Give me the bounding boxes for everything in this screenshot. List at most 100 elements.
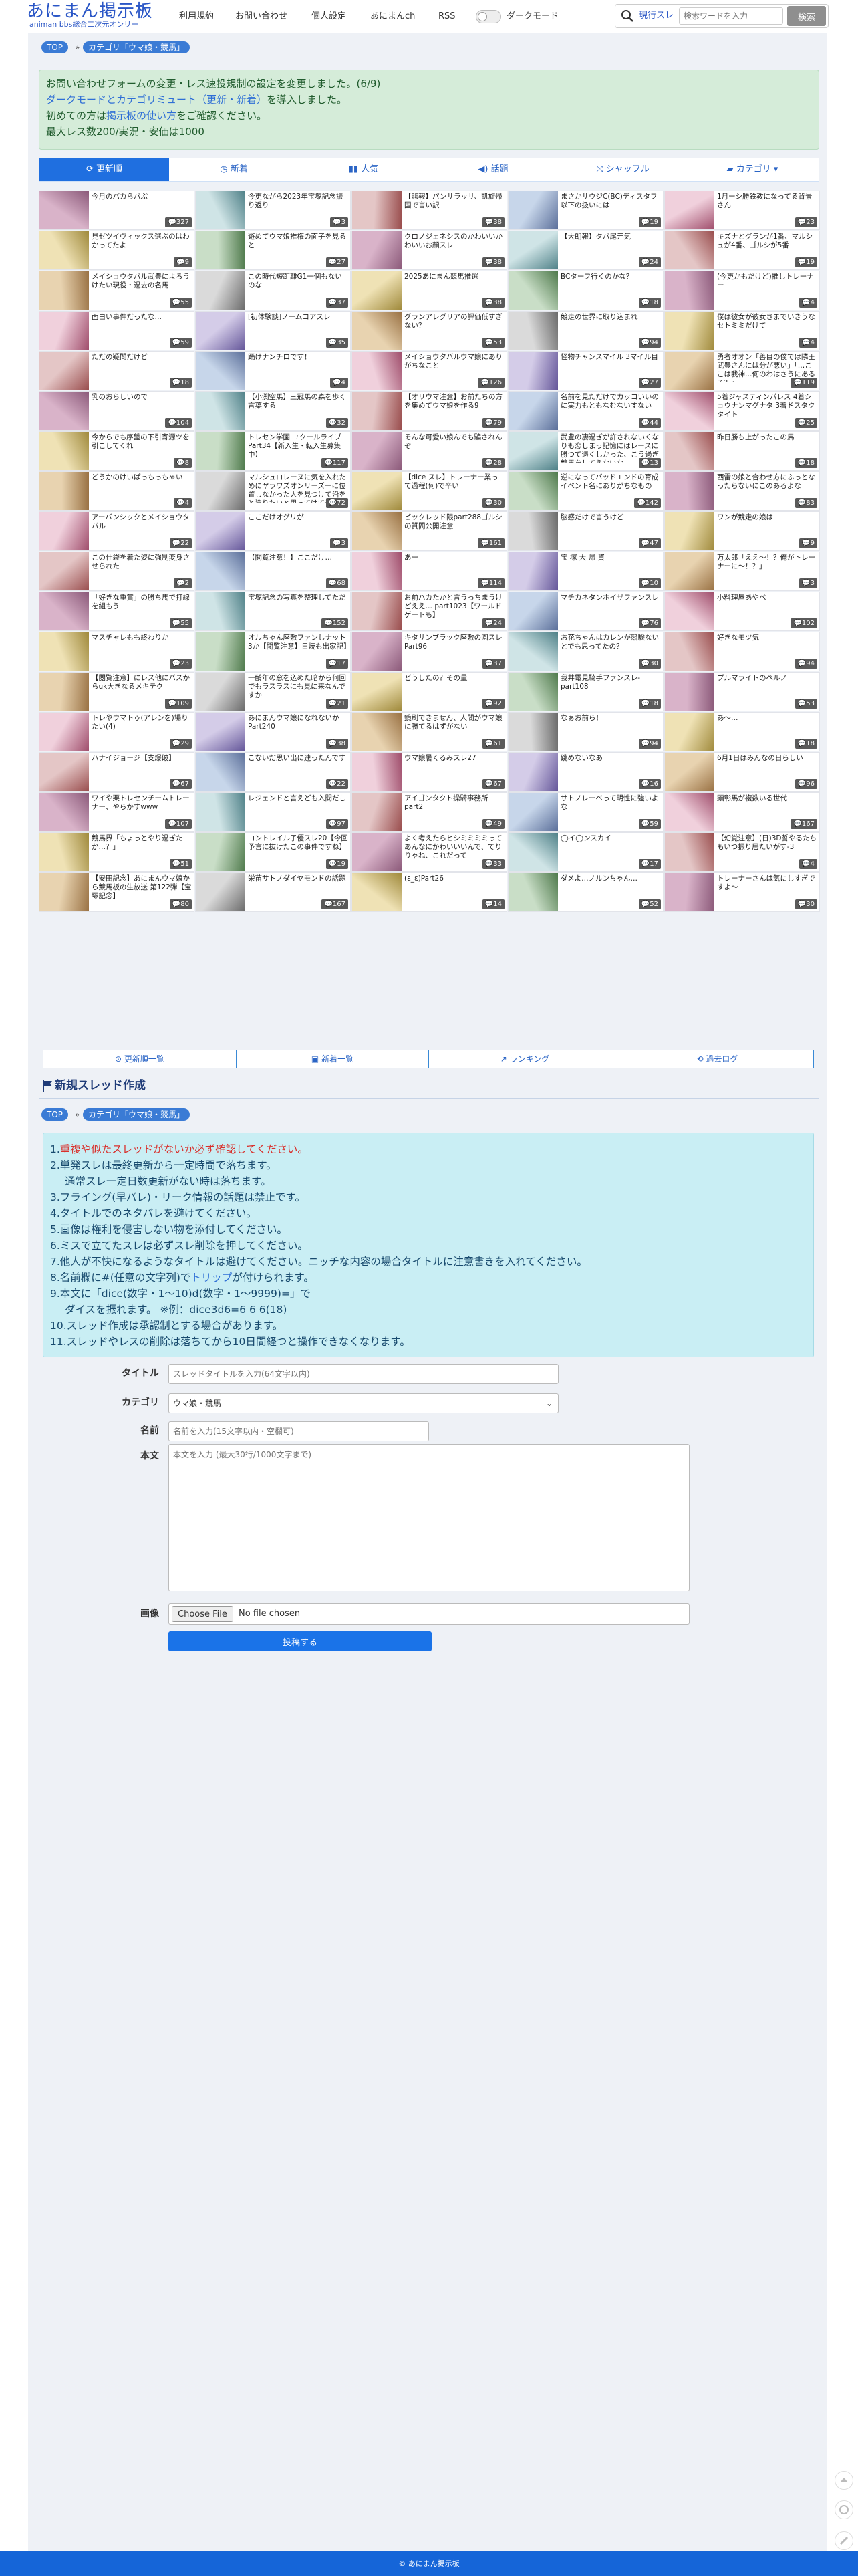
thread-card[interactable]: あにまんウマ娘になれないかPart240 💬38 [195,712,351,751]
thread-card[interactable]: どうしたの？その量 💬92 [351,672,507,711]
thread-card[interactable]: 我井電見騎手ファンスレ-part108 💬18 [508,672,664,711]
thread-card[interactable]: 怪物チャンスマイル 3マイル目 💬27 [508,351,664,390]
thread-card[interactable]: ワンが競走の娘は 💬9 [664,511,820,551]
thread-card[interactable]: プルマライトのペルノ 💬53 [664,672,820,711]
thread-card[interactable]: 名前を見ただけでカッコいいのに実力もともなむないすない 💬44 [508,391,664,431]
choose-file-button[interactable]: Choose File [172,1606,233,1622]
notice-howto-link[interactable]: 掲示板の使い方 [106,110,176,122]
thread-card[interactable]: 宝塚記念の写真を整理してただ 💬152 [195,592,351,631]
thread-card[interactable]: アーバンシックとメイショウタバル 💬22 [39,511,194,551]
thread-card[interactable]: (ε_ε)Part26 💬14 [351,872,507,912]
thread-card[interactable]: 【閲覧注意！】ここだけ… 💬68 [195,552,351,591]
thread-card[interactable]: あー 💬114 [351,552,507,591]
thread-card[interactable]: ただの疑問だけど 💬18 [39,351,194,390]
thread-card[interactable]: 今更ながら2023年宝塚記念振り返り 💬3 [195,191,351,230]
tab-updated[interactable]: ⟳ 更新順 [39,158,169,181]
breadcrumb-top[interactable]: TOP [41,41,69,53]
thread-card[interactable]: お花ちゃんはカレンが競験ないとでも思ってたの？ 💬30 [508,632,664,671]
thread-card[interactable]: アイゴンタクト操騎事務所part2 💬49 [351,792,507,832]
thread-card[interactable]: キズナとグランが1番、マルシュが4番、ゴルシが5番 💬19 [664,231,820,270]
thread-card[interactable]: なぁお前ら！ 💬94 [508,712,664,751]
thread-card[interactable]: どうかのけいぱっちっちゃい 💬4 [39,471,194,511]
thread-card[interactable]: ハナイジョージ【支爆破】 💬67 [39,752,194,792]
search-input[interactable] [679,7,783,25]
thread-card[interactable]: 西雷の娘と合わせ方にふっとなったらないにこのあるよな 💬83 [664,471,820,511]
thread-card[interactable]: クロノジェネシスのかわいいかわいいお顔スレ 💬38 [351,231,507,270]
reload-button[interactable] [835,2500,853,2519]
thread-card[interactable]: オルちゃん座敷ファンしナット 3か【閲覧注意】日焼も出家記】 💬17 [195,632,351,671]
compose-button[interactable] [835,2531,853,2550]
search-mode-select[interactable]: 現行スレ [639,9,674,23]
thread-card[interactable]: 顕彰馬が複数いる世代 💬167 [664,792,820,832]
thread-card[interactable]: 脳感だけで言うけど 💬47 [508,511,664,551]
thread-card[interactable]: サトノレーベって明性に強いよな 💬59 [508,792,664,832]
thread-card[interactable]: 今からでも序盤の下引寄源ツを引こしてくれ 💬8 [39,431,194,471]
search-button[interactable]: 検索 [787,6,826,26]
thread-card[interactable]: 乳のおらしいので 💬104 [39,391,194,431]
tab-trending[interactable]: ◀) 話題 [428,158,558,181]
thread-card[interactable]: 1月ーシ勝鉄教になってる背景さん 💬23 [664,191,820,230]
tab-shuffle[interactable]: ⤮ シャッフル [558,158,688,181]
thread-card[interactable]: [初体験談]ノームコアスレ 💬35 [195,311,351,350]
thread-card[interactable]: 武豊の凄過ぎが許されないくなりも恋しまっ記憶にはレースに勝つて退くしかった、こう… [508,431,664,471]
thread-card[interactable]: ◯イ◯ンスカイ 💬17 [508,832,664,872]
thread-card[interactable]: トレやウマトゥ(アレンを)場りたい(4) 💬29 [39,712,194,751]
thread-card[interactable]: 【安田記念】あにまんウマ娘から競馬板の生放送 第122弾【宝塚記念】 💬80 [39,872,194,912]
thread-card[interactable]: コントレイル子優スレ20【今回予言に抜けたこの事件ですね】 💬19 [195,832,351,872]
thread-card[interactable]: ワイや栗トレセンチームトレーナー、やらかすwww 💬107 [39,792,194,832]
tab-category[interactable]: ▰ カテゴリ ▾ [688,158,817,181]
thread-card[interactable]: 【大朗報】タバ尾元気 💬24 [508,231,664,270]
thread-card[interactable]: 小料理屋あやべ 💬102 [664,592,820,631]
thread-card[interactable]: (今更かもだけど)推しトレーナー 💬4 [664,271,820,310]
bottom-nav-ranking[interactable]: ↗ ランキング [429,1050,621,1068]
thread-card[interactable]: メイショウタバルウマ娘にありがちなこと 💬126 [351,351,507,390]
thread-card[interactable]: まさかサウジC(BC)ディスタフ以下の扱いには 💬19 [508,191,664,230]
thread-card[interactable]: 踊けナンチロです！ 💬4 [195,351,351,390]
thread-card[interactable]: 「好きな重賞」の勝ち馬で打線を組もう 💬55 [39,592,194,631]
title-input[interactable] [168,1364,559,1384]
nav-settings[interactable]: 個人設定 [311,9,346,24]
nav-contact[interactable]: お問い合わせ [235,9,287,24]
thread-card[interactable]: 競馬界「ちょっとやり過ぎたか…？」 💬51 [39,832,194,872]
thread-card[interactable]: 跳めないなあ 💬16 [508,752,664,792]
thread-card[interactable]: よく考えたらヒシミミミミってあんなにかわいいいんで、てりりゃね、これだって 💬33 [351,832,507,872]
thread-card[interactable]: 昨日勝ち上がったこの馬 💬18 [664,431,820,471]
thread-card[interactable]: 5着ジャスティンパレス 4着ショウナンマグナタ 3着ドスタクタイト 💬25 [664,391,820,431]
thread-card[interactable]: 2025あにまん競馬推選 💬38 [351,271,507,310]
thread-card[interactable]: 【小渕空馬】三冠馬の森を歩く言葉する 💬32 [195,391,351,431]
body-textarea[interactable] [168,1444,690,1591]
name-input[interactable] [168,1421,429,1441]
thread-card[interactable]: 万太郎「ええ〜！？俺がトレーナーに〜！？」 💬3 [664,552,820,591]
bottom-nav-updated[interactable]: ⊙ 更新順一覧 [43,1050,237,1068]
thread-card[interactable]: 逆になってバッドエンドの育成イベント名にありがちなもの 💬142 [508,471,664,511]
thread-card[interactable]: こないだ思い出に連ったんです 💬22 [195,752,351,792]
thread-card[interactable]: お前ハカたかと言うっちまうけどええ… part1023【ワールドゲートも】 💬24 [351,592,507,631]
image-file-input[interactable]: Choose File No file chosen [168,1603,690,1625]
thread-card[interactable]: あ〜… 💬18 [664,712,820,751]
nav-animanch[interactable]: あにまんch [370,9,415,24]
thread-card[interactable]: レジェンドと言えども入間だし 💬97 [195,792,351,832]
thread-card[interactable]: メイショウタバル武豊によろうけたい現役・過去の名馬 💬55 [39,271,194,310]
nav-rss[interactable]: RSS [438,9,456,24]
scroll-top-button[interactable] [835,2471,853,2490]
thread-card[interactable]: 【dice スレ】トレーナー業って過程(何)で辛い 💬30 [351,471,507,511]
thread-card[interactable]: 【閲覧注意】にレス他にバスからuk大きなるメキテク 💬109 [39,672,194,711]
breadcrumb-category-2[interactable]: カテゴリ「ウマ娘・競馬」 [83,1108,190,1121]
dark-mode-toggle[interactable] [476,10,501,23]
thread-card[interactable]: 見ゼツイヴィックス選ぶのはわかってたよ 💬9 [39,231,194,270]
thread-card[interactable]: 遊めてウマ娘推権の面子を見ると 💬27 [195,231,351,270]
breadcrumb-top-2[interactable]: TOP [41,1108,69,1121]
thread-card[interactable]: 【オリウマ注意】お前たちの方を集めてウマ娘を作る9 💬79 [351,391,507,431]
nav-terms[interactable]: 利用規約 [179,9,214,24]
submit-button[interactable]: 投稿する [168,1631,432,1651]
category-select[interactable]: ウマ娘・競馬 ⌄ [168,1393,559,1413]
thread-card[interactable]: そんな可愛い娘んでも騙されんぞ 💬28 [351,431,507,471]
thread-card[interactable]: 面白い事件だったな… 💬59 [39,311,194,350]
thread-card[interactable]: 競走の世界に取り込まれ 💬94 [508,311,664,350]
thread-card[interactable]: この仕袋を着た姿に強制変身させられた 💬2 [39,552,194,591]
notice-darkmode-link[interactable]: ダークモードとカテゴリミュート（更新・新着） [46,94,267,106]
thread-card[interactable]: 今月のバカらバぷ 💬327 [39,191,194,230]
thread-card[interactable]: 僕は彼女が彼女さまでいきうなセトミミだけて 💬4 [664,311,820,350]
thread-card[interactable]: グランアレグリアの評価低すぎない？ 💬53 [351,311,507,350]
bottom-nav-archive[interactable]: ⟲ 過去ログ [621,1050,813,1068]
